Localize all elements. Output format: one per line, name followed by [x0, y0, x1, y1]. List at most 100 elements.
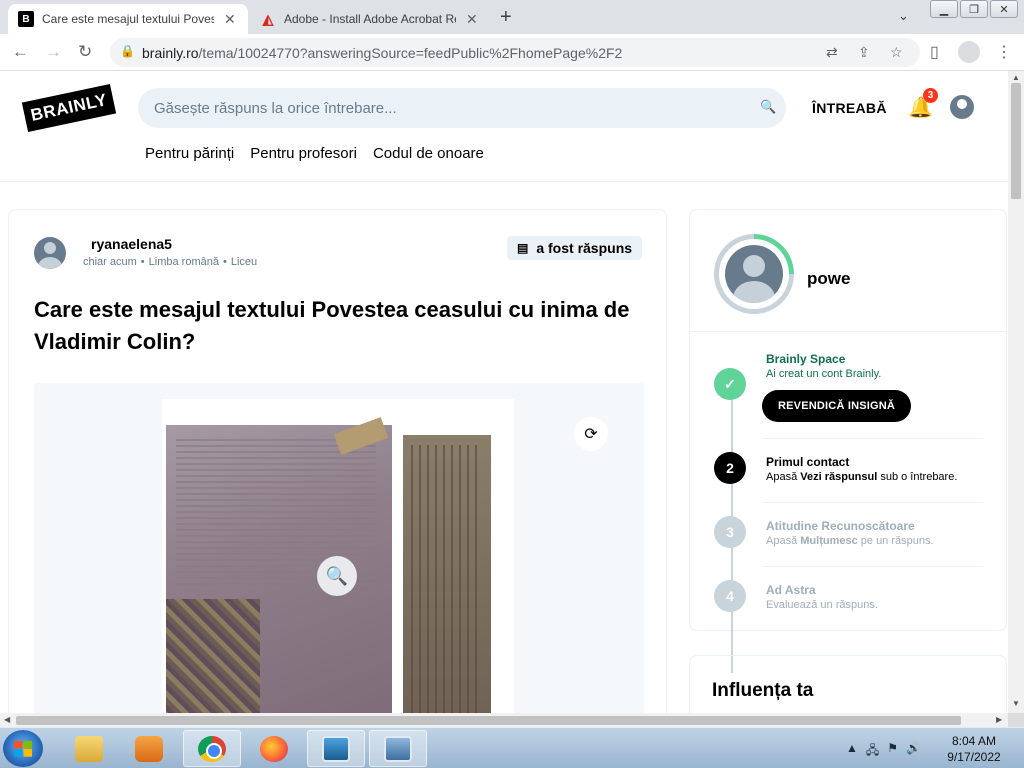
book-page-right	[403, 435, 491, 713]
step-1-check-icon: ✓	[714, 368, 746, 400]
start-button[interactable]	[3, 730, 43, 767]
search-input[interactable]	[154, 88, 744, 128]
profile-name[interactable]: powe	[807, 269, 850, 289]
step-3-desc: Apasă Mulțumesc pe un răspuns.	[766, 535, 934, 547]
site-header: BRAINLY 🔍 ÎNTREABĂ 🔔 3 Pentru părinți Pe…	[0, 71, 1008, 182]
new-tab-icon[interactable]: +	[500, 6, 512, 29]
step-1-desc: Ai creat un cont Brainly.	[766, 368, 882, 380]
horizontal-scrollbar[interactable]: ◀ ▶	[0, 713, 1008, 727]
step-divider	[762, 502, 984, 503]
step-3-desc-pre: Apasă	[766, 535, 801, 547]
search-icon[interactable]: 🔍	[760, 99, 776, 115]
tab-adobe[interactable]: ◭ Adobe - Install Adobe Acrobat Re ✕	[250, 4, 490, 34]
answered-badge: ▤ a fost răspuns	[507, 236, 643, 260]
nav-link-parents[interactable]: Pentru părinți	[145, 145, 234, 162]
step-1-title: Brainly Space	[766, 352, 846, 366]
url-field[interactable]: 🔒 brainly.ro/tema/10024770?answeringSour…	[110, 38, 920, 67]
browser-menu-icon[interactable]: ⋮	[996, 42, 1012, 62]
tab-brainly[interactable]: B Care este mesajul textului Povestea ✕	[8, 4, 248, 34]
vertical-scroll-thumb[interactable]	[1011, 83, 1021, 199]
scroll-up-icon[interactable]: ▲	[1012, 73, 1020, 82]
profile-progress-card: powe ✓ Brainly Space Ai creat un cont Br…	[689, 209, 1007, 673]
document-icon: ▤	[517, 241, 529, 255]
question-time: chiar acum	[83, 256, 137, 268]
profile-divider	[690, 331, 1006, 332]
taskbar-firefox[interactable]	[245, 730, 303, 767]
step-4-number: 4	[714, 580, 746, 612]
tray-expand-icon[interactable]: ▲	[846, 741, 858, 762]
question-attachment[interactable]: 🔍 ⟳	[34, 383, 644, 713]
adobe-favicon-icon: ◭	[262, 10, 274, 27]
influence-card: Influența ta	[689, 655, 1007, 713]
profile-avatar[interactable]	[725, 245, 783, 303]
translate-icon[interactable]: ⇄	[826, 44, 838, 61]
page-viewport: BRAINLY 🔍 ÎNTREABĂ 🔔 3 Pentru părinți Pe…	[0, 71, 1008, 713]
display-icon	[322, 735, 350, 762]
side-panel-icon[interactable]: ▯	[930, 42, 939, 62]
claim-badge-button[interactable]: REVENDICĂ INSIGNĂ	[762, 390, 912, 422]
tab-title: Care este mesajul textului Povestea	[42, 12, 214, 26]
clock-date: 9/17/2022	[947, 750, 1001, 764]
step-2-desc-post: sub o întrebare.	[877, 471, 958, 483]
brainly-logo[interactable]: BRAINLY	[21, 83, 117, 133]
horizontal-scroll-thumb[interactable]	[16, 716, 961, 725]
scroll-right-icon[interactable]: ▶	[996, 715, 1002, 724]
close-window-icon[interactable]: ✕	[990, 0, 1018, 18]
scroll-down-icon[interactable]: ▼	[1012, 699, 1020, 708]
chrome-icon	[198, 735, 226, 762]
url-text: brainly.ro/tema/10024770?answeringSource…	[142, 45, 622, 61]
browser-profile-icon[interactable]	[958, 41, 980, 63]
network-icon	[384, 735, 412, 762]
influence-title: Influența ta	[712, 680, 814, 701]
question-subject[interactable]: Limba română	[149, 256, 219, 268]
author-name[interactable]: ryanaelena5	[91, 236, 172, 252]
forward-icon[interactable]: →	[45, 42, 62, 62]
tab-search-chevron-icon[interactable]: ⌄	[898, 8, 909, 24]
bookmark-star-icon[interactable]: ☆	[890, 44, 903, 61]
ask-question-button[interactable]: ÎNTREABĂ	[812, 100, 887, 116]
browser-tab-bar: B Care este mesajul textului Povestea ✕ …	[0, 0, 1024, 34]
nav-link-honor-code[interactable]: Codul de onoare	[373, 145, 484, 162]
step-3-number: 3	[714, 516, 746, 548]
vertical-scrollbar[interactable]: ▲ ▼	[1008, 71, 1024, 713]
windows-taskbar: ▲ 🖧 ⚑ 🔊 8:04 AM 9/17/2022	[0, 727, 1024, 768]
step-2-desc-pre: Apasă	[766, 471, 801, 483]
notification-badge: 3	[923, 88, 938, 103]
user-avatar[interactable]	[950, 95, 974, 119]
author-avatar[interactable]	[34, 237, 66, 269]
taskbar-screen-app[interactable]	[307, 730, 365, 767]
tray-volume-icon[interactable]: 🔊	[906, 741, 921, 762]
share-icon[interactable]: ⇪	[858, 44, 870, 61]
rotate-image-icon[interactable]: ⟳	[574, 417, 608, 451]
taskbar-network-app[interactable]	[369, 730, 427, 767]
zoom-icon[interactable]: 🔍	[317, 556, 357, 596]
step-divider	[762, 566, 984, 567]
clock-time: 8:04 AM	[951, 734, 997, 748]
url-domain: brainly.ro	[142, 45, 199, 61]
nav-link-teachers[interactable]: Pentru profesori	[250, 145, 357, 162]
answered-label: a fost răspuns	[536, 240, 633, 256]
scroll-left-icon[interactable]: ◀	[4, 715, 10, 724]
maximize-icon[interactable]: ❐	[960, 0, 988, 18]
reload-icon[interactable]: ↻	[78, 42, 92, 62]
page-illustration	[166, 599, 260, 713]
question-meta: chiar acum • Limba română • Liceu	[83, 256, 257, 268]
tray-flag-icon[interactable]: ⚑	[887, 741, 898, 762]
windows-logo-icon	[14, 741, 32, 757]
tray-network-icon[interactable]: 🖧	[866, 741, 879, 762]
scroll-corner	[1008, 713, 1024, 727]
step-2-desc: Apasă Vezi răspunsul sub o întrebare.	[766, 471, 957, 483]
tab-close-icon[interactable]: ✕	[466, 11, 478, 28]
taskbar-clock[interactable]: 8:04 AM 9/17/2022	[940, 733, 1008, 765]
taskbar-explorer[interactable]	[60, 730, 118, 767]
taskbar-chrome[interactable]	[183, 730, 241, 767]
tab-close-icon[interactable]: ✕	[224, 11, 236, 28]
window-controls: ▁ ❐ ✕	[928, 0, 1018, 18]
taskbar-media-player[interactable]	[120, 730, 178, 767]
media-player-icon	[135, 735, 163, 762]
back-icon[interactable]: ←	[12, 42, 29, 62]
lock-icon[interactable]: 🔒	[120, 44, 135, 58]
secondary-nav: Pentru părinți Pentru profesori Codul de…	[145, 145, 484, 162]
minimize-icon[interactable]: ▁	[930, 0, 958, 18]
step-4-title: Ad Astra	[766, 583, 816, 597]
